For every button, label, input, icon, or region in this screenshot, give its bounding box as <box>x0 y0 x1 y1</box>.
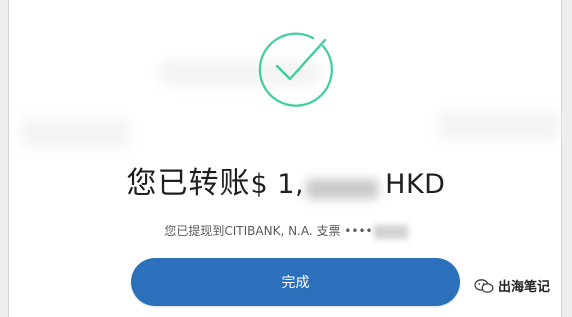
title-label: 您已转账 <box>126 166 251 201</box>
blurred-region <box>438 110 558 140</box>
currency-label: HKD <box>385 169 446 200</box>
redacted-amount <box>306 178 379 199</box>
withdrawal-detail-text: 您已提现到CITIBANK, N.A. 支票 •••• <box>164 224 373 238</box>
watermark-text: 出海笔记 <box>498 280 551 295</box>
wechat-icon <box>474 278 494 293</box>
blurred-region <box>20 118 130 148</box>
withdrawal-detail: 您已提现到CITIBANK, N.A. 支票 •••• <box>0 222 572 239</box>
done-button[interactable]: 完成 <box>131 258 460 306</box>
check-circle-icon <box>258 32 333 107</box>
done-button-label: 完成 <box>281 275 310 291</box>
amount-prefix: $ 1, <box>250 169 305 200</box>
source-watermark: 出海笔记 <box>474 276 550 295</box>
redacted-account-number <box>373 224 408 239</box>
transfer-summary-title: 您已转账$ 1, HKD <box>0 158 572 202</box>
